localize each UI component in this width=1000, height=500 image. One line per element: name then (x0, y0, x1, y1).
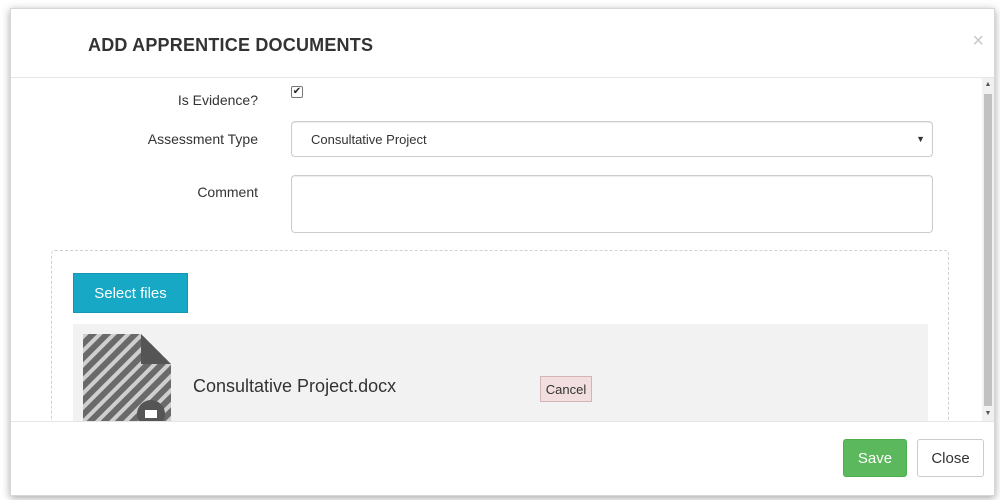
document-icon (83, 334, 171, 421)
modal-title: ADD APPRENTICE DOCUMENTS (88, 35, 374, 55)
modal-body: Is Evidence? ✔ Assessment Type Consultat… (11, 78, 994, 421)
cancel-upload-button[interactable]: Cancel (540, 376, 592, 402)
close-icon[interactable]: × (972, 31, 984, 51)
close-button[interactable]: Close (917, 439, 984, 477)
uploaded-file-row: Consultative Project.docx Cancel (73, 324, 928, 421)
assessment-type-select[interactable]: Consultative Project ▼ (291, 121, 933, 157)
comment-label: Comment (197, 184, 258, 200)
assessment-type-value: Consultative Project (311, 132, 427, 147)
select-files-button[interactable]: Select files (73, 273, 188, 313)
is-evidence-checkbox[interactable]: ✔ (291, 86, 303, 98)
save-button[interactable]: Save (843, 439, 907, 477)
assessment-type-label: Assessment Type (147, 131, 258, 147)
is-evidence-label: Is Evidence? (177, 92, 258, 108)
upload-dropzone[interactable]: Select files Consultative Project.docx C… (51, 250, 949, 421)
scroll-thumb[interactable] (984, 94, 992, 406)
modal-header: ADD APPRENTICE DOCUMENTS × (11, 9, 994, 78)
scroll-down-icon[interactable]: ▼ (982, 407, 994, 421)
add-documents-modal: ADD APPRENTICE DOCUMENTS × Is Evidence? … (10, 8, 995, 496)
modal-body-scrollbar[interactable]: ▲ ▼ (982, 78, 994, 421)
file-name: Consultative Project.docx (193, 376, 397, 396)
comment-textarea[interactable] (291, 175, 933, 233)
scroll-up-icon[interactable]: ▲ (982, 78, 994, 92)
chevron-down-icon: ▼ (916, 134, 925, 144)
modal-footer: Save Close (11, 421, 994, 497)
